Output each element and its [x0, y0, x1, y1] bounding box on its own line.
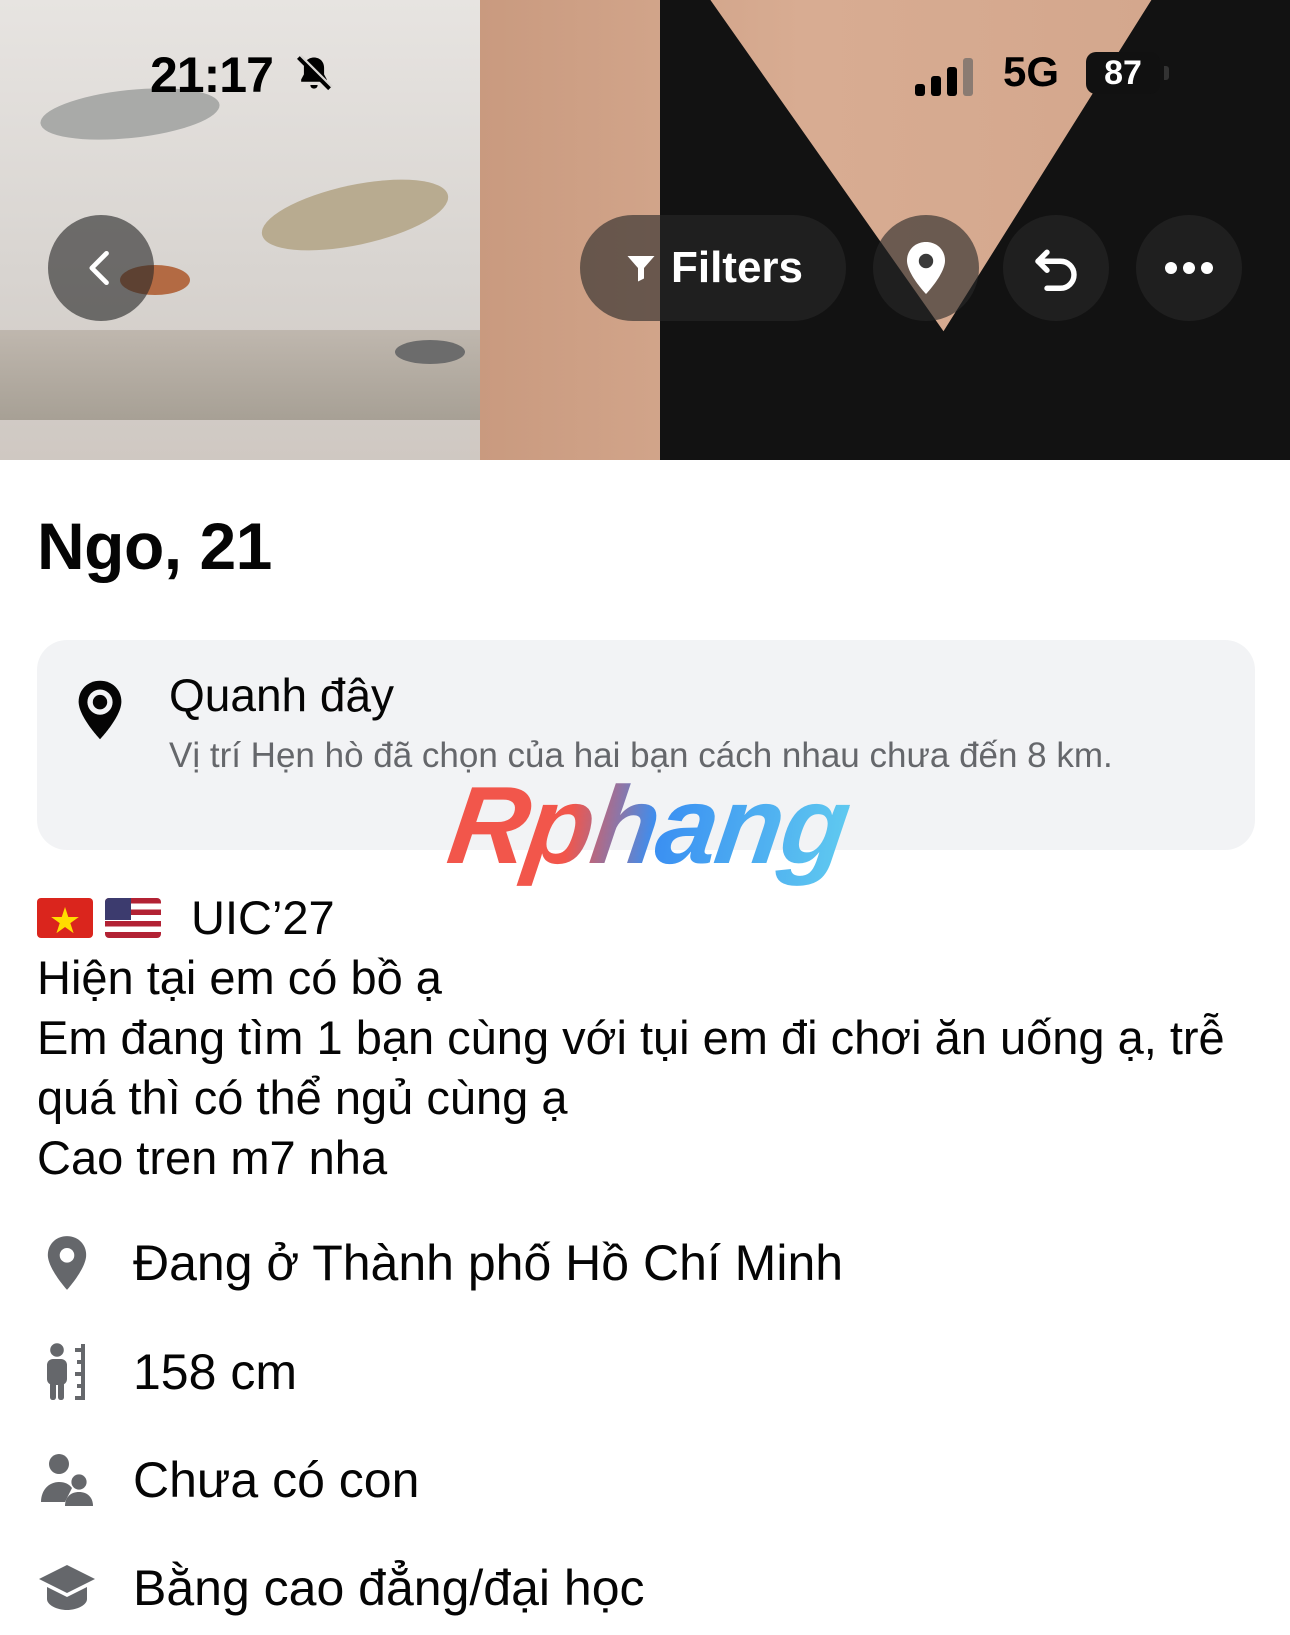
- detail-text: 158 cm: [133, 1344, 297, 1400]
- bio-line: Hiện tại em có bồ ạ: [37, 951, 442, 1004]
- detail-row-children: Chưa có con: [37, 1440, 1257, 1520]
- more-options-button[interactable]: [1136, 215, 1242, 321]
- bio-school: UIC’27: [191, 891, 335, 944]
- bio-flags-line: UIC’27: [37, 888, 1257, 948]
- detail-row-education: Bằng cao đẳng/đại học: [37, 1548, 1257, 1628]
- bio-line: Cao tren m7 nha: [37, 1131, 388, 1184]
- filters-button[interactable]: Filters: [580, 215, 846, 321]
- undo-button[interactable]: [1003, 215, 1109, 321]
- bell-muted-icon: [296, 54, 333, 91]
- photo-fish: [395, 340, 465, 364]
- detail-row-location: Đang ở Thành phố Hồ Chí Minh: [37, 1223, 1257, 1303]
- back-button[interactable]: [48, 215, 154, 321]
- filter-icon: [627, 256, 655, 282]
- undo-icon: [1035, 249, 1077, 291]
- status-time: 21:17: [150, 47, 274, 103]
- watermark-logo: Rphang: [441, 764, 857, 887]
- chevron-left-icon: [89, 250, 109, 286]
- us-flag-icon: [105, 898, 161, 938]
- location-pin-icon: [907, 242, 945, 294]
- profile-bio: UIC’27 Hiện tại em có bồ ạ Em đang tìm 1…: [37, 888, 1257, 1188]
- battery-indicator: 87: [1086, 52, 1160, 94]
- filters-label: Filters: [670, 243, 804, 292]
- network-type: 5G: [1003, 48, 1060, 95]
- location-card-title: Quanh đây: [169, 669, 395, 721]
- signal-icon: [915, 58, 973, 96]
- vietnam-flag-icon: [37, 898, 93, 938]
- detail-text: Đang ở Thành phố Hồ Chí Minh: [133, 1235, 844, 1291]
- detail-text: Bằng cao đẳng/đại học: [133, 1560, 645, 1616]
- status-bar: 21:17 5G 87: [0, 46, 1290, 106]
- bio-line: Em đang tìm 1 bạn cùng với tụi em đi chơ…: [37, 1011, 1225, 1124]
- location-pin-icon: [47, 1236, 87, 1290]
- education-icon: [39, 1565, 95, 1610]
- profile-name-age: Ngo, 21: [37, 509, 272, 583]
- battery-tip: [1164, 66, 1169, 80]
- detail-row-height: 158 cm: [37, 1332, 1257, 1412]
- more-dots-icon: [1165, 262, 1213, 274]
- location-target-icon: [78, 680, 122, 740]
- children-icon: [41, 1454, 93, 1506]
- detail-text: Chưa có con: [133, 1452, 420, 1508]
- height-icon: [47, 1343, 85, 1400]
- location-button[interactable]: [873, 215, 979, 321]
